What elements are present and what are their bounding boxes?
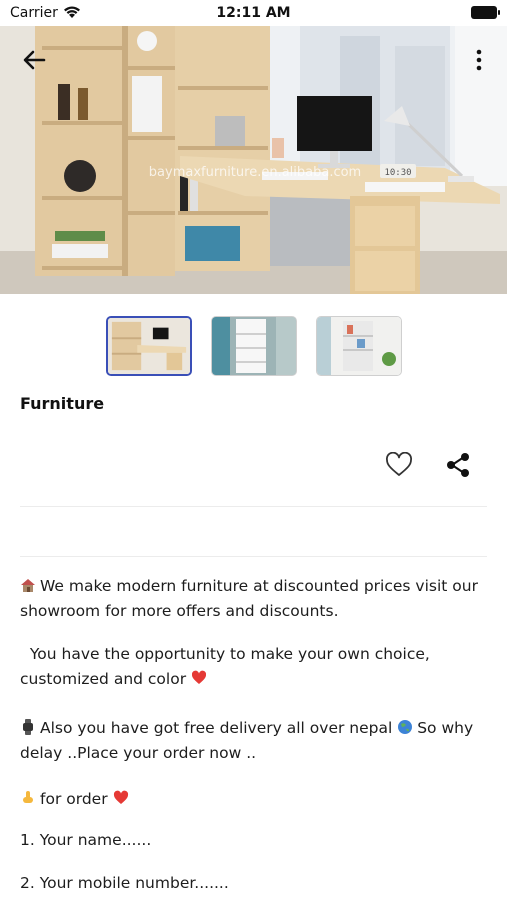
pointing-down-emoji-icon	[23, 791, 33, 803]
battery-icon	[471, 6, 500, 19]
house-emoji-icon	[21, 579, 35, 592]
share-button[interactable]	[444, 451, 472, 479]
red-heart-emoji-icon	[113, 790, 128, 804]
description-paragraph-3: Also you have got free delivery all over…	[20, 716, 490, 766]
more-options-button[interactable]	[471, 46, 487, 74]
description-text-4: for order	[40, 790, 108, 808]
image-watermark: baymaxfurniture.en.alibaba.com	[149, 165, 361, 180]
globe-emoji-icon	[398, 720, 413, 734]
description-text-2: You have the opportunity to make your ow…	[20, 645, 430, 688]
description-paragraph-1: We make modern furniture at discounted p…	[20, 574, 490, 624]
favorite-button[interactable]	[385, 451, 413, 478]
description-text-1: We make modern furniture at discounted p…	[20, 577, 478, 620]
product-title: Furniture	[20, 394, 105, 413]
description-paragraph-4: for order	[20, 787, 490, 812]
status-bar: Carrier 12:11 AM	[0, 0, 507, 26]
description-text-3a: Also you have got free delivery all over…	[40, 719, 393, 737]
clock: 12:11 AM	[216, 5, 291, 21]
share-icon	[447, 453, 469, 477]
heart-outline-icon	[386, 451, 412, 476]
watch-emoji-icon	[23, 719, 33, 735]
description-paragraph-2: You have the opportunity to make your ow…	[20, 642, 490, 692]
thumbnail-1[interactable]	[106, 316, 192, 376]
description-paragraph-5: 1. Your name......	[20, 831, 152, 849]
thumbnail-2[interactable]	[211, 316, 297, 376]
desk-clock-text: 10:30	[384, 168, 411, 178]
thumbnail-3[interactable]	[316, 316, 402, 376]
description-paragraph-6: 2. Your mobile number.......	[20, 874, 229, 892]
red-heart-emoji-icon	[191, 670, 207, 684]
more-vertical-icon	[476, 49, 482, 71]
image-thumbnails	[106, 316, 402, 378]
arrow-left-icon	[23, 50, 46, 70]
divider	[20, 506, 487, 507]
divider	[20, 556, 487, 557]
back-button[interactable]	[20, 46, 52, 74]
product-image[interactable]: 10:30 baymaxfurniture.en.alibaba.com	[0, 26, 507, 294]
